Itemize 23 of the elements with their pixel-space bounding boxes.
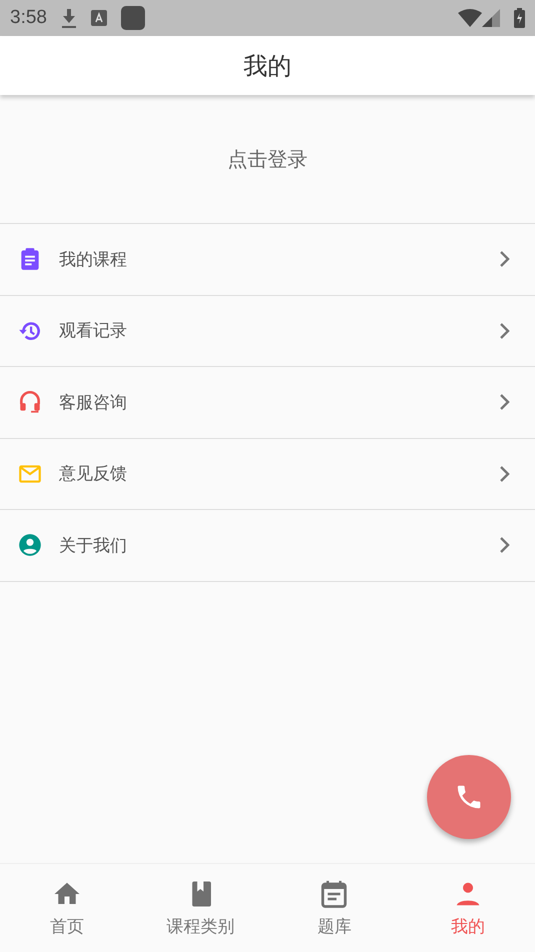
download-icon (60, 8, 77, 28)
menu-item[interactable]: 关于我们 (0, 510, 535, 582)
chevron-icon (499, 393, 511, 412)
page-title: 我的 (244, 50, 292, 82)
nav-tab[interactable]: 题库 (268, 864, 402, 952)
battery-icon (514, 8, 525, 28)
chevron-icon (499, 322, 511, 340)
calendar-icon (319, 878, 350, 908)
call-button[interactable] (427, 755, 511, 839)
app-icon (120, 6, 145, 30)
chevron-icon (499, 250, 511, 268)
menu-item[interactable]: 我的课程 (0, 224, 535, 296)
menu-item[interactable]: 客服咨询 (0, 367, 535, 438)
nav-tab[interactable]: 首页 (0, 864, 134, 952)
keyboard-icon (90, 10, 107, 26)
status-time: 3:58 (10, 7, 47, 29)
signal-icon (482, 9, 500, 27)
menu-item[interactable]: 意见反馈 (0, 438, 535, 510)
chevron-icon (499, 464, 511, 483)
login-link[interactable]: 点击登录 (228, 146, 308, 172)
chevron-icon (499, 536, 511, 554)
menu-item[interactable]: 观看记录 (0, 296, 535, 367)
nav-tab[interactable]: 课程类别 (134, 864, 268, 952)
